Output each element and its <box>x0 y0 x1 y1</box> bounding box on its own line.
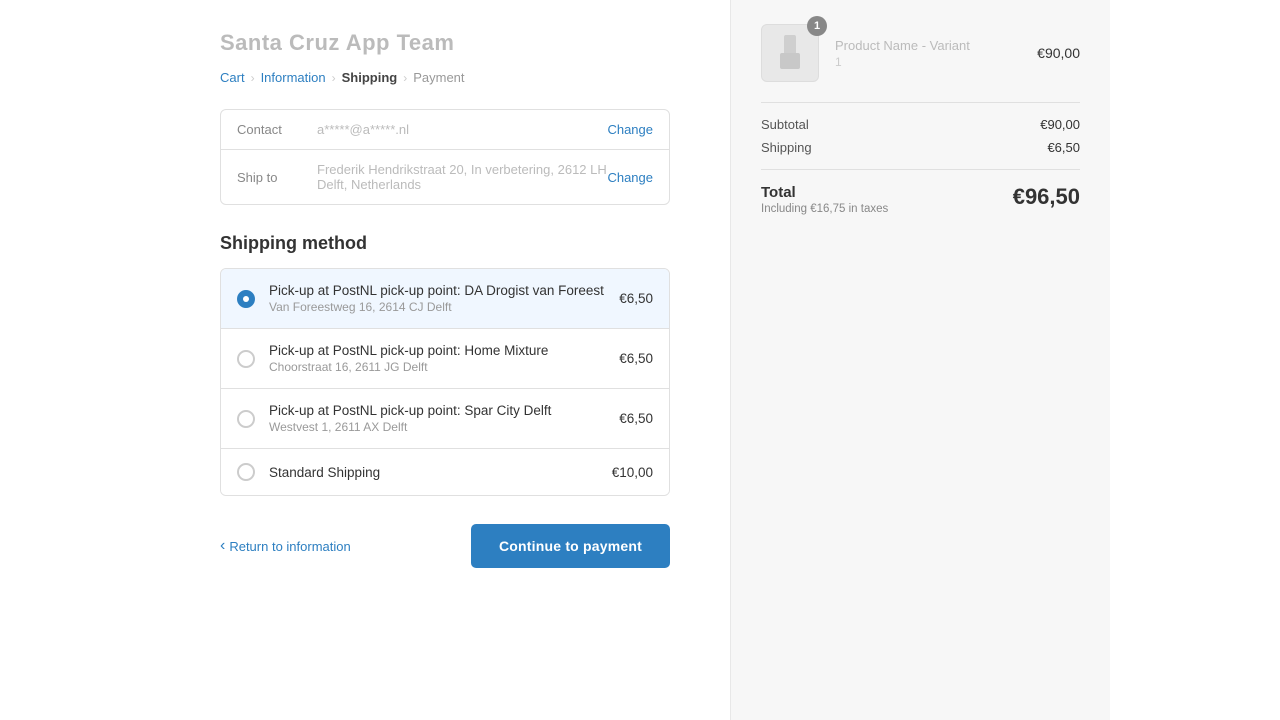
total-tax: Including €16,75 in taxes <box>761 203 888 215</box>
cart-badge: 1 <box>807 16 827 36</box>
shipping-summary-value: €6,50 <box>1047 140 1080 155</box>
breadcrumb-sep-2: › <box>332 71 336 85</box>
footer-actions: Return to information Continue to paymen… <box>220 524 670 568</box>
option-1-details: Pick-up at PostNL pick-up point: DA Drog… <box>269 283 619 314</box>
divider-1 <box>761 102 1080 103</box>
divider-2 <box>761 169 1080 170</box>
radio-option-3 <box>237 410 255 428</box>
ship-to-row: Ship to Frederik Hendrikstraat 20, In ve… <box>221 150 669 204</box>
breadcrumb-cart[interactable]: Cart <box>220 70 245 85</box>
ship-to-change[interactable]: Change <box>607 170 653 185</box>
order-summary-panel: 1 Product Name - Variant 1 €90,00 Subtot… <box>730 0 1110 720</box>
option-3-address: Westvest 1, 2611 AX Delft <box>269 420 619 434</box>
option-2-name: Pick-up at PostNL pick-up point: Home Mi… <box>269 343 619 358</box>
shipping-option-4[interactable]: Standard Shipping €10,00 <box>221 449 669 495</box>
breadcrumb-sep-3: › <box>403 71 407 85</box>
breadcrumb-sep-1: › <box>251 71 255 85</box>
cart-item-name: Product Name - Variant <box>835 38 1021 53</box>
shipping-options-list: Pick-up at PostNL pick-up point: DA Drog… <box>220 268 670 496</box>
breadcrumb-shipping: Shipping <box>342 70 398 85</box>
total-row: Total Including €16,75 in taxes €96,50 <box>761 184 1080 215</box>
shipping-method-title: Shipping method <box>220 233 670 254</box>
option-4-details: Standard Shipping <box>269 465 612 480</box>
option-2-address: Choorstraat 16, 2611 JG Delft <box>269 360 619 374</box>
cart-item-details: Product Name - Variant 1 <box>835 38 1021 69</box>
radio-option-2 <box>237 350 255 368</box>
shipping-summary-label: Shipping <box>761 140 812 155</box>
subtotal-row: Subtotal €90,00 <box>761 117 1080 132</box>
ship-to-label: Ship to <box>237 170 317 185</box>
option-2-details: Pick-up at PostNL pick-up point: Home Mi… <box>269 343 619 374</box>
shipping-option-1[interactable]: Pick-up at PostNL pick-up point: DA Drog… <box>221 269 669 329</box>
option-1-price: €6,50 <box>619 291 653 306</box>
contact-change[interactable]: Change <box>607 122 653 137</box>
shipping-option-2[interactable]: Pick-up at PostNL pick-up point: Home Mi… <box>221 329 669 389</box>
total-label-group: Total Including €16,75 in taxes <box>761 184 888 215</box>
cart-item: 1 Product Name - Variant 1 €90,00 <box>761 24 1080 82</box>
option-2-price: €6,50 <box>619 351 653 366</box>
cart-thumbnail-wrap: 1 <box>761 24 819 82</box>
ship-to-value: Frederik Hendrikstraat 20, In verbeterin… <box>317 162 607 192</box>
breadcrumb-payment: Payment <box>413 70 464 85</box>
option-3-price: €6,50 <box>619 411 653 426</box>
option-1-address: Van Foreestweg 16, 2614 CJ Delft <box>269 300 619 314</box>
contact-label: Contact <box>237 122 317 137</box>
contact-value: a*****@a*****.nl <box>317 122 607 137</box>
shipping-summary-row: Shipping €6,50 <box>761 140 1080 155</box>
cart-item-price: €90,00 <box>1037 45 1080 61</box>
option-4-name: Standard Shipping <box>269 465 612 480</box>
store-name: Santa Cruz App Team <box>220 30 670 56</box>
return-to-information-link[interactable]: Return to information <box>220 537 351 555</box>
shipping-option-3[interactable]: Pick-up at PostNL pick-up point: Spar Ci… <box>221 389 669 449</box>
total-value: €96,50 <box>1013 184 1080 210</box>
option-3-details: Pick-up at PostNL pick-up point: Spar Ci… <box>269 403 619 434</box>
breadcrumb: Cart › Information › Shipping › Payment <box>220 70 670 85</box>
contact-row: Contact a*****@a*****.nl Change <box>221 110 669 150</box>
option-3-name: Pick-up at PostNL pick-up point: Spar Ci… <box>269 403 619 418</box>
radio-option-4 <box>237 463 255 481</box>
option-1-name: Pick-up at PostNL pick-up point: DA Drog… <box>269 283 619 298</box>
subtotal-label: Subtotal <box>761 117 809 132</box>
cart-item-sub: 1 <box>835 55 1021 69</box>
checkout-left-panel: Santa Cruz App Team Cart › Information ›… <box>0 0 730 720</box>
option-4-price: €10,00 <box>612 465 653 480</box>
subtotal-value: €90,00 <box>1040 117 1080 132</box>
info-card: Contact a*****@a*****.nl Change Ship to … <box>220 109 670 205</box>
breadcrumb-information[interactable]: Information <box>261 70 326 85</box>
total-label: Total <box>761 184 888 201</box>
continue-to-payment-button[interactable]: Continue to payment <box>471 524 670 568</box>
radio-option-1 <box>237 290 255 308</box>
